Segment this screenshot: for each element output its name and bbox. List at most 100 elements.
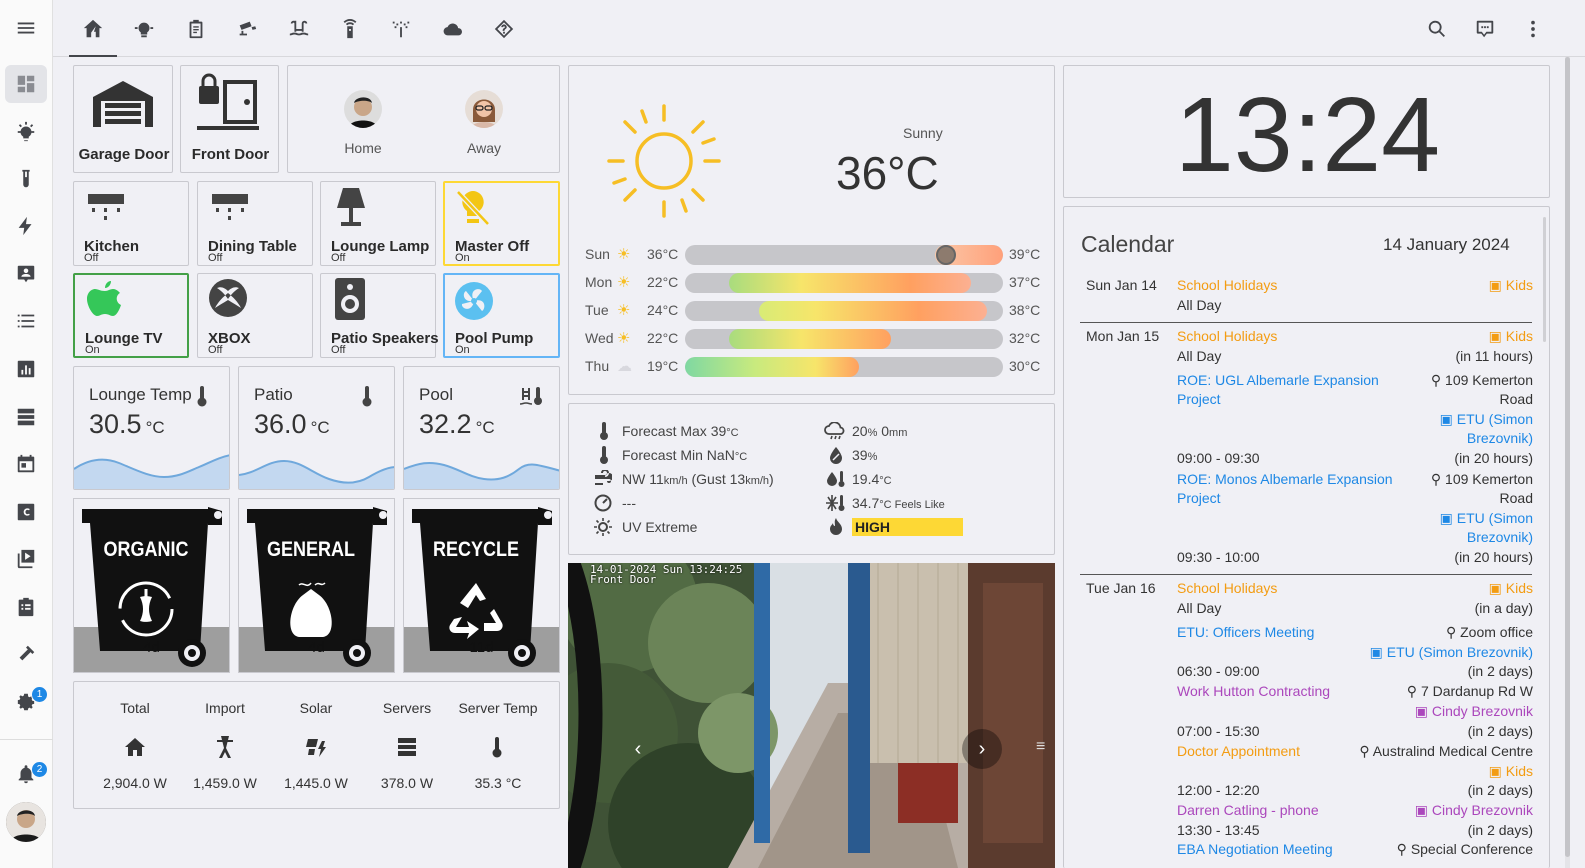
sidebar-item-code[interactable] bbox=[5, 493, 47, 531]
dew-point: 19.4°C bbox=[852, 471, 892, 487]
bin-recycle-card[interactable]: RECYCLE 11d bbox=[403, 498, 560, 673]
event-relative: (in 2 days) bbox=[1467, 782, 1533, 798]
thermometer-icon bbox=[362, 386, 372, 407]
event-title[interactable]: ETU: Officers Meeting bbox=[1177, 624, 1314, 640]
sidebar-item-todo[interactable] bbox=[5, 588, 47, 626]
person-avatar-home[interactable] bbox=[344, 90, 382, 128]
sidebar-item-tools[interactable] bbox=[5, 635, 47, 673]
event-relative: (in 2 days) bbox=[1467, 822, 1533, 838]
lounge-lamp-tile[interactable]: Lounge Lamp Off bbox=[320, 181, 436, 266]
search-icon[interactable] bbox=[1413, 6, 1461, 52]
tab-home[interactable] bbox=[69, 6, 117, 57]
master-off-tile[interactable]: Master Off On bbox=[443, 181, 560, 266]
event-title[interactable]: School Holidays bbox=[1177, 277, 1277, 293]
speaker-icon bbox=[335, 278, 365, 320]
thermometer-icon bbox=[600, 422, 608, 440]
event-title[interactable]: ROE: Monos Albemarle Expansion bbox=[1177, 471, 1393, 487]
sidebar-item-history[interactable] bbox=[5, 350, 47, 388]
lounge-temp-unit: °C bbox=[145, 418, 165, 437]
person-state-home: Home bbox=[344, 140, 382, 156]
event-calendar: ▣ Kids bbox=[1488, 580, 1533, 596]
camera-next-button[interactable]: › bbox=[962, 729, 1002, 769]
patio-speakers-tile[interactable]: Patio Speakers Off bbox=[320, 273, 439, 358]
xbox-tile[interactable]: XBOX Off bbox=[197, 273, 313, 358]
forecast-row-sun: Sun ☀ 36°C 39°C bbox=[585, 243, 1045, 267]
sidebar-item-calendar[interactable] bbox=[5, 445, 47, 483]
lightbulb-off-icon bbox=[456, 190, 490, 226]
feels-like-icon bbox=[826, 495, 845, 511]
calendar-scrollbar[interactable] bbox=[1543, 217, 1546, 342]
event-title[interactable]: School Holidays bbox=[1177, 580, 1277, 596]
event-title[interactable]: Doctor Appointment bbox=[1177, 743, 1300, 759]
bin-organic-days: 4d bbox=[143, 639, 160, 656]
thermometer-icon bbox=[492, 737, 502, 758]
event-location-line2: Road bbox=[1499, 490, 1533, 506]
person-avatar-away[interactable] bbox=[465, 90, 503, 128]
event-title[interactable]: School Holidays bbox=[1177, 328, 1277, 344]
sidebar-item-media[interactable] bbox=[5, 540, 47, 578]
tab-weather[interactable] bbox=[429, 6, 477, 52]
notifications-button[interactable]: 2 bbox=[5, 755, 48, 793]
front-door-camera[interactable]: 14-01-2024 Sun 13:24:25 Front Door ‹ › ≡ bbox=[568, 563, 1055, 868]
event-location: ⚲ Zoom office bbox=[1445, 624, 1533, 640]
event-time: 09:00 - 09:30 bbox=[1177, 450, 1260, 466]
lounge-tv-tile[interactable]: Lounge TV On bbox=[73, 273, 189, 358]
energy-label-import: Import bbox=[205, 700, 245, 716]
pool-thermometer-icon bbox=[520, 387, 542, 405]
event-title-line2[interactable]: Project bbox=[1177, 490, 1221, 506]
event-relative: (in a day) bbox=[1474, 600, 1533, 616]
pressure: --- bbox=[622, 495, 636, 511]
sidebar-item-people[interactable] bbox=[5, 255, 47, 293]
user-avatar[interactable] bbox=[6, 802, 46, 842]
weather-card[interactable]: Sunny 36°C Sun ☀ 36°C 39°C Mon ☀ 22°C 37… bbox=[568, 65, 1055, 395]
tab-cameras[interactable] bbox=[223, 6, 271, 52]
event-title[interactable]: Darren Catling - phone bbox=[1177, 802, 1319, 818]
event-title[interactable]: EBA Negotiation Meeting bbox=[1177, 841, 1333, 857]
page-scrollbar-thumb[interactable] bbox=[1565, 57, 1570, 857]
tab-lights[interactable] bbox=[120, 6, 168, 52]
sidebar-item-logbook[interactable] bbox=[5, 302, 47, 340]
event-title-line2[interactable]: Project bbox=[1177, 391, 1221, 407]
event-title[interactable]: ROE: UGL Albemarle Expansion bbox=[1177, 372, 1379, 388]
lounge-temp-card[interactable]: Lounge Temp 30.5 °C bbox=[73, 366, 230, 490]
humidity-icon bbox=[830, 447, 842, 464]
camera-menu-icon[interactable]: ≡ bbox=[1036, 738, 1045, 756]
sidebar-item-energy[interactable] bbox=[5, 207, 47, 245]
bin-organic-card[interactable]: ORGANIC 4d bbox=[73, 498, 230, 673]
fire-icon bbox=[830, 518, 842, 535]
tab-clipboard[interactable] bbox=[172, 6, 220, 52]
page-scrollbar-track[interactable] bbox=[1565, 57, 1570, 868]
bin-general-card[interactable]: GENERAL 4d bbox=[238, 498, 395, 673]
camera-prev-button[interactable]: ‹ bbox=[618, 729, 658, 769]
home-icon bbox=[125, 738, 145, 756]
sidebar-item-servers[interactable] bbox=[5, 398, 47, 436]
event-title[interactable]: Work Hutton Contracting bbox=[1177, 683, 1330, 699]
forecast-min: Forecast Min NaN°C bbox=[622, 447, 748, 463]
forecast-day: Sun bbox=[585, 246, 610, 262]
more-options-icon[interactable] bbox=[1509, 6, 1557, 52]
sidebar-item-lights[interactable] bbox=[5, 113, 47, 151]
pool-temp-card[interactable]: Pool 32.2 °C bbox=[403, 366, 560, 490]
tab-remote[interactable] bbox=[326, 6, 374, 52]
pool-pump-tile[interactable]: Pool Pump On bbox=[443, 273, 560, 358]
sidebar-item-overview[interactable] bbox=[5, 65, 47, 103]
server-icon bbox=[398, 738, 416, 756]
garage-door-tile[interactable]: Garage Door bbox=[73, 65, 173, 173]
day-label: Mon Jan 15 bbox=[1086, 328, 1160, 344]
ceiling-light-icon bbox=[212, 194, 248, 220]
tab-help[interactable] bbox=[480, 6, 528, 52]
forecast-row-mon: Mon ☀ 22°C 37°C bbox=[585, 271, 1045, 295]
sidebar-item-settings[interactable]: 1 bbox=[5, 683, 48, 721]
assist-icon[interactable] bbox=[1461, 6, 1509, 52]
tab-sprinkler[interactable] bbox=[377, 6, 425, 52]
tab-pool[interactable] bbox=[275, 6, 323, 52]
dining-table-light-tile[interactable]: Dining Table Off bbox=[197, 181, 313, 266]
kitchen-light-tile[interactable]: Kitchen Off bbox=[73, 181, 189, 266]
patio-temp-card[interactable]: Patio 36.0 °C bbox=[238, 366, 395, 490]
front-door-tile[interactable]: Front Door bbox=[180, 65, 279, 173]
sidebar-item-test-tube[interactable] bbox=[5, 160, 47, 198]
menu-icon[interactable] bbox=[5, 9, 47, 47]
location-pin-icon: ⚲ bbox=[1430, 471, 1446, 487]
wind-icon bbox=[595, 470, 612, 485]
dining-state: Off bbox=[208, 252, 223, 264]
